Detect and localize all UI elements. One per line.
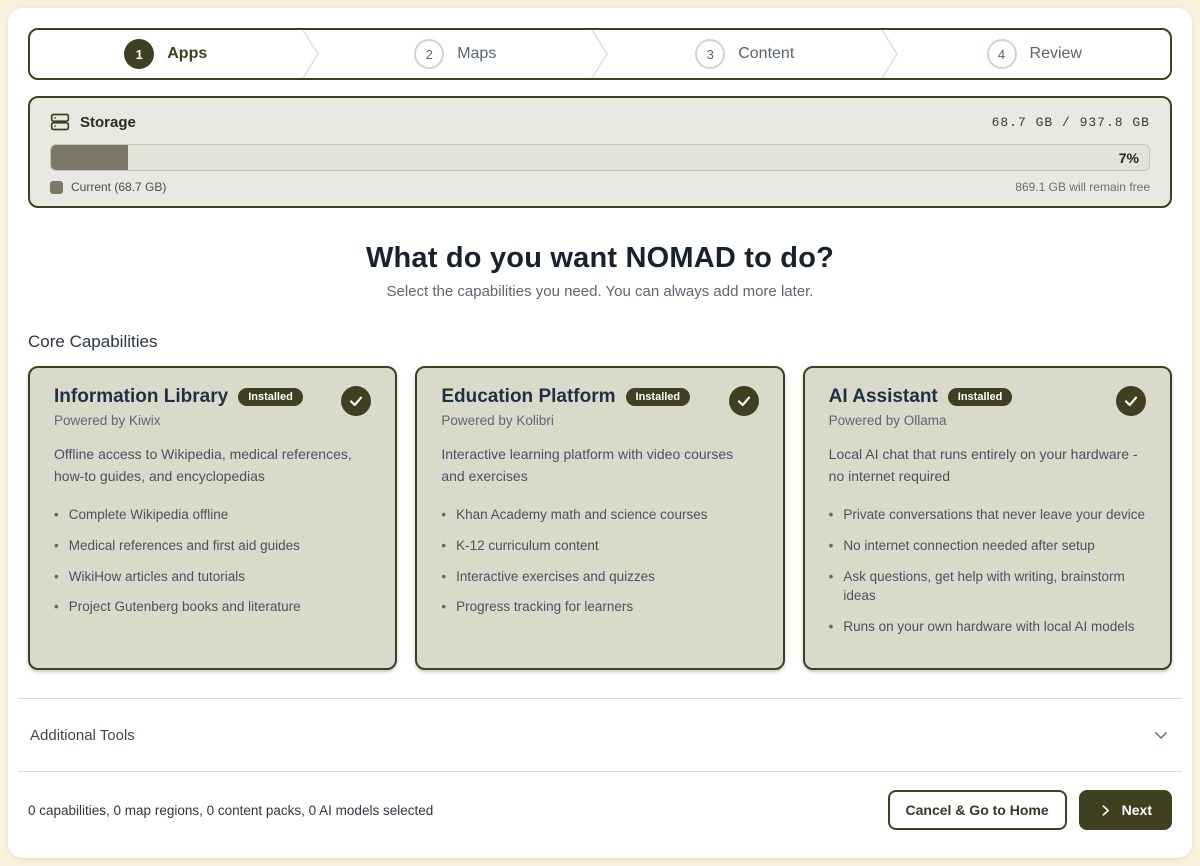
feature-item: • Runs on your own hardware with local AI… (829, 617, 1146, 637)
step-label: Content (738, 45, 794, 63)
stepper-step-review[interactable]: 4 Review (899, 30, 1171, 78)
capability-cards: Information Library Installed Powered by… (28, 366, 1172, 670)
feature-text: K-12 curriculum content (456, 536, 599, 556)
server-icon (50, 112, 70, 132)
feature-item: • Project Gutenberg books and literature (54, 597, 371, 617)
storage-title: Storage (80, 114, 136, 131)
stepper-step-content[interactable]: 3 Content (609, 30, 881, 78)
capability-card-education-platform[interactable]: Education Platform Installed Powered by … (415, 366, 784, 670)
storage-free-note: 869.1 GB will remain free (1015, 180, 1150, 194)
storage-usage-readout: 68.7 GB / 937.8 GB (992, 115, 1150, 130)
capability-card-ai-assistant[interactable]: AI Assistant Installed Powered by Ollama… (803, 366, 1172, 670)
wizard-stepper: 1 Apps 2 Maps 3 Content 4 Review (28, 28, 1172, 80)
feature-item: •Ask questions, get help with writing, b… (829, 567, 1146, 606)
card-title: Information Library (54, 386, 228, 408)
feature-text: Ask questions, get help with writing, br… (843, 567, 1146, 606)
bullet-glyph: • (54, 536, 59, 556)
chevron-down-icon[interactable] (1152, 726, 1170, 744)
selection-summary: 0 capabilities, 0 map regions, 0 content… (28, 803, 433, 818)
installed-badge: Installed (948, 388, 1013, 406)
feature-item: • Progress tracking for learners (441, 597, 758, 617)
feature-item: • Interactive exercises and quizzes (441, 567, 758, 587)
feature-text: Private conversations that never leave y… (843, 505, 1145, 525)
cancel-go-home-button[interactable]: Cancel & Go to Home (888, 790, 1067, 830)
step-number-badge: 4 (987, 39, 1017, 69)
next-button[interactable]: Next (1079, 790, 1172, 830)
feature-item: • No internet connection needed after set… (829, 536, 1146, 556)
card-title: AI Assistant (829, 386, 938, 408)
feature-item: • Khan Academy math and science courses (441, 505, 758, 525)
powered-by-label: Powered by Kolibri (441, 413, 690, 428)
bullet-glyph: • (829, 536, 834, 556)
legend-current-label: Current (68.7 GB) (71, 180, 166, 194)
feature-item: • K-12 curriculum content (441, 536, 758, 556)
additional-tools-toggle[interactable]: Additional Tools (28, 699, 1172, 771)
feature-text: WikiHow articles and tutorials (69, 567, 245, 587)
feature-item: • Medical references and first aid guides (54, 536, 371, 556)
feature-item: • Private conversations that never leave … (829, 505, 1146, 525)
divider (18, 771, 1182, 772)
bullet-glyph: • (829, 567, 834, 606)
storage-percent-label: 7% (1119, 150, 1139, 166)
bullet-glyph: • (54, 505, 59, 525)
feature-text: Interactive exercises and quizzes (456, 567, 655, 587)
step-label: Maps (457, 45, 496, 63)
feature-item: • WikiHow articles and tutorials (54, 567, 371, 587)
feature-text: Progress tracking for learners (456, 597, 633, 617)
bullet-glyph: • (441, 567, 446, 587)
stepper-step-maps[interactable]: 2 Maps (320, 30, 592, 78)
capability-card-information-library[interactable]: Information Library Installed Powered by… (28, 366, 397, 670)
feature-text: Complete Wikipedia offline (69, 505, 229, 525)
card-title: Education Platform (441, 386, 615, 408)
storage-progress-bar: 7% (50, 144, 1150, 171)
powered-by-label: Powered by Ollama (829, 413, 1013, 428)
bullet-glyph: • (54, 597, 59, 617)
step-number-badge: 3 (695, 39, 725, 69)
step-label: Review (1030, 45, 1082, 63)
bullet-glyph: • (829, 505, 834, 525)
wizard-footer: 0 capabilities, 0 map regions, 0 content… (28, 790, 1172, 830)
additional-tools-label: Additional Tools (30, 727, 135, 744)
storage-panel: Storage 68.7 GB / 937.8 GB 7% Current (6… (28, 96, 1172, 208)
check-icon[interactable] (1116, 386, 1146, 416)
chevron-right-icon (881, 30, 899, 78)
setup-wizard-panel: 1 Apps 2 Maps 3 Content 4 Review (8, 8, 1192, 858)
storage-progress-fill (51, 145, 128, 170)
page-title: What do you want NOMAD to do? (28, 242, 1172, 275)
card-description: Interactive learning platform with video… (441, 444, 758, 487)
feature-text: Medical references and first aid guides (69, 536, 300, 556)
bullet-glyph: • (441, 536, 446, 556)
step-label: Apps (167, 45, 207, 63)
card-description: Offline access to Wikipedia, medical ref… (54, 444, 371, 487)
next-button-label: Next (1122, 802, 1152, 818)
feature-text: No internet connection needed after setu… (843, 536, 1094, 556)
bullet-glyph: • (441, 505, 446, 525)
bullet-glyph: • (829, 617, 834, 637)
feature-text: Khan Academy math and science courses (456, 505, 707, 525)
stepper-step-apps[interactable]: 1 Apps (30, 30, 302, 78)
feature-item: • Complete Wikipedia offline (54, 505, 371, 525)
check-icon[interactable] (729, 386, 759, 416)
bullet-glyph: • (54, 567, 59, 587)
powered-by-label: Powered by Kiwix (54, 413, 303, 428)
chevron-right-icon (591, 30, 609, 78)
installed-badge: Installed (626, 388, 691, 406)
feature-text: Project Gutenberg books and literature (69, 597, 301, 617)
section-title-core-capabilities: Core Capabilities (28, 332, 1172, 352)
feature-text: Runs on your own hardware with local AI … (843, 617, 1134, 637)
check-icon[interactable] (341, 386, 371, 416)
installed-badge: Installed (238, 388, 303, 406)
page-subtitle: Select the capabilities you need. You ca… (28, 283, 1172, 300)
step-number-badge: 2 (414, 39, 444, 69)
legend-current-swatch (50, 181, 63, 194)
chevron-right-icon (1099, 804, 1112, 817)
step-number-badge: 1 (124, 39, 154, 69)
chevron-right-icon (302, 30, 320, 78)
card-description: Local AI chat that runs entirely on your… (829, 444, 1146, 487)
bullet-glyph: • (441, 597, 446, 617)
